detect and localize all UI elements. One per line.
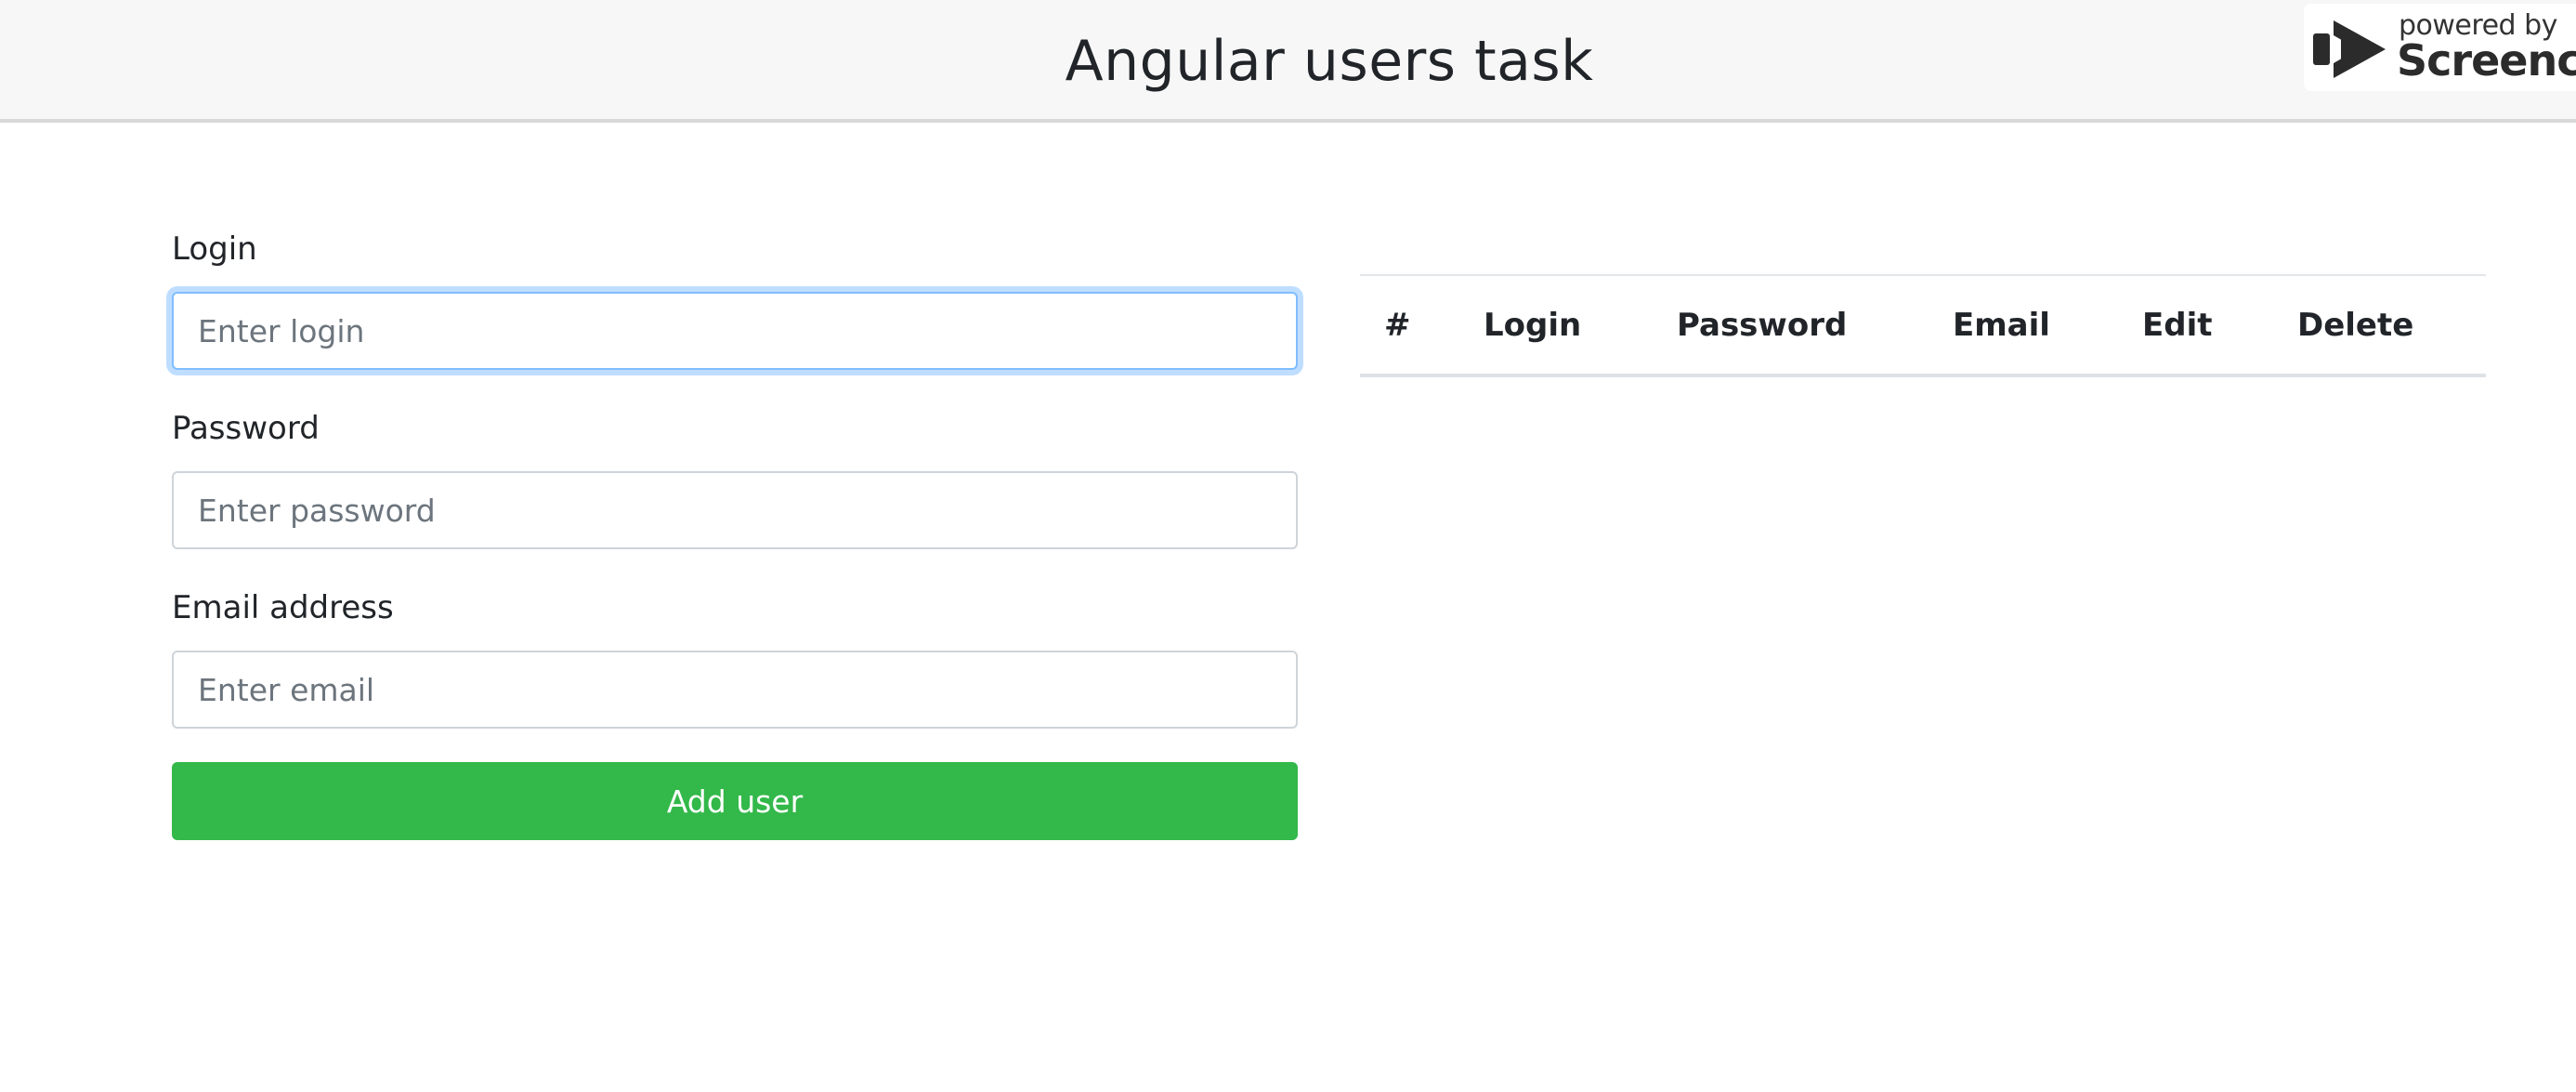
- screencast-logo-icon: [2313, 20, 2386, 78]
- add-user-button[interactable]: Add user: [172, 762, 1298, 840]
- email-label: Email address: [172, 589, 394, 626]
- badge-brand-text: Screencast: [2397, 35, 2576, 86]
- page-title: Angular users task: [1065, 29, 1594, 94]
- login-input[interactable]: [172, 292, 1298, 370]
- users-table-header: # Login Password Email Edit Delete: [1360, 274, 2486, 377]
- column-header-login: Login: [1484, 274, 1677, 377]
- users-table: # Login Password Email Edit Delete: [1360, 274, 2486, 377]
- column-header-email: Email: [1953, 274, 2142, 377]
- users-table-header-row: # Login Password Email Edit Delete: [1360, 274, 2486, 377]
- column-header-delete: Delete: [2297, 274, 2486, 377]
- password-label: Password: [172, 410, 320, 447]
- column-header-password: Password: [1677, 274, 1953, 377]
- column-header-edit: Edit: [2142, 274, 2297, 377]
- page-header: Angular users task powered by Screencast: [0, 0, 2576, 123]
- email-input[interactable]: [172, 651, 1298, 729]
- login-label: Login: [172, 230, 257, 268]
- column-header-index: #: [1360, 274, 1484, 377]
- password-input[interactable]: [172, 471, 1298, 549]
- screencast-badge[interactable]: powered by Screencast: [2304, 4, 2576, 91]
